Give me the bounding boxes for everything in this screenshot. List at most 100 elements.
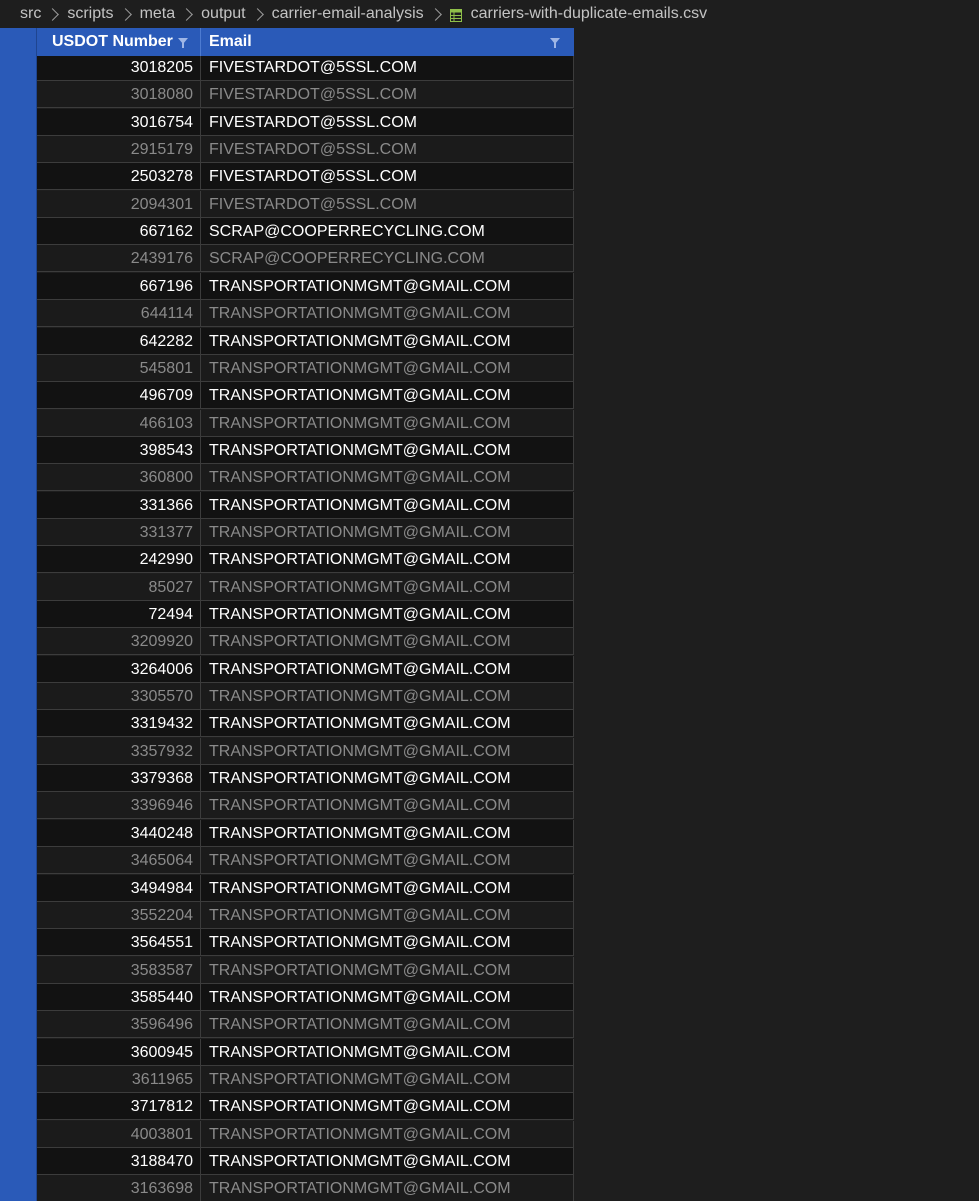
table-row[interactable]: 2915179 FIVESTARDOT@5SSL.COM [0,136,574,164]
row-index-cell[interactable] [0,874,37,902]
row-index-cell[interactable] [0,300,37,328]
breadcrumb-item[interactable]: output [201,5,245,23]
table-row[interactable]: 331377 TRANSPORTATIONMGMT@GMAIL.COM [0,518,574,546]
email-cell[interactable]: TRANSPORTATIONMGMT@GMAIL.COM [201,382,574,410]
row-index-cell[interactable] [0,464,37,492]
email-cell[interactable]: SCRAP@COOPERRECYCLING.COM [201,218,574,246]
table-row[interactable]: 667196 TRANSPORTATIONMGMT@GMAIL.COM [0,272,574,300]
table-row[interactable]: 72494 TRANSPORTATIONMGMT@GMAIL.COM [0,601,574,628]
row-index-cell[interactable] [0,491,37,519]
usdot-cell[interactable]: 496709 [37,382,201,410]
table-row[interactable]: 242990 TRANSPORTATIONMGMT@GMAIL.COM [0,546,574,574]
row-index-cell[interactable] [0,136,37,164]
email-cell[interactable]: TRANSPORTATIONMGMT@GMAIL.COM [201,819,574,847]
usdot-cell[interactable]: 3611965 [37,1065,201,1093]
table-row[interactable]: 466103 TRANSPORTATIONMGMT@GMAIL.COM [0,409,574,437]
row-index-cell[interactable] [0,190,37,218]
row-index-cell[interactable] [0,628,37,656]
row-index-cell[interactable] [0,983,37,1011]
email-cell[interactable]: TRANSPORTATIONMGMT@GMAIL.COM [201,1093,574,1121]
breadcrumb-item[interactable]: src [20,5,41,23]
email-cell[interactable]: TRANSPORTATIONMGMT@GMAIL.COM [201,1011,574,1039]
row-index-cell[interactable] [0,1093,37,1121]
row-index-cell[interactable] [0,765,37,793]
usdot-cell[interactable]: 3717812 [37,1093,201,1121]
email-cell[interactable]: TRANSPORTATIONMGMT@GMAIL.COM [201,464,574,492]
header-index-cell[interactable] [0,28,37,56]
email-cell[interactable]: TRANSPORTATIONMGMT@GMAIL.COM [201,765,574,793]
table-row[interactable]: 3440248 TRANSPORTATIONMGMT@GMAIL.COM [0,819,574,847]
row-index-cell[interactable] [0,56,37,81]
usdot-cell[interactable]: 4003801 [37,1120,201,1148]
row-index-cell[interactable] [0,163,37,191]
row-index-cell[interactable] [0,573,37,601]
row-index-cell[interactable] [0,601,37,628]
row-index-cell[interactable] [0,1038,37,1066]
row-index-cell[interactable] [0,847,37,875]
table-row[interactable]: 3596496 TRANSPORTATIONMGMT@GMAIL.COM [0,1011,574,1039]
row-index-cell[interactable] [0,1175,37,1201]
email-cell[interactable]: TRANSPORTATIONMGMT@GMAIL.COM [201,1065,574,1093]
filter-icon[interactable] [178,38,188,48]
usdot-cell[interactable]: 3596496 [37,1011,201,1039]
table-row[interactable]: 3379368 TRANSPORTATIONMGMT@GMAIL.COM [0,765,574,793]
filter-icon[interactable] [550,38,560,48]
usdot-cell[interactable]: 2094301 [37,190,201,218]
usdot-cell[interactable]: 642282 [37,327,201,355]
email-cell[interactable]: TRANSPORTATIONMGMT@GMAIL.COM [201,792,574,820]
table-row[interactable]: 3564551 TRANSPORTATIONMGMT@GMAIL.COM [0,929,574,957]
usdot-cell[interactable]: 3585440 [37,983,201,1011]
email-cell[interactable]: TRANSPORTATIONMGMT@GMAIL.COM [201,1038,574,1066]
usdot-cell[interactable]: 331366 [37,491,201,519]
usdot-cell[interactable]: 3396946 [37,792,201,820]
table-row[interactable]: 3717812 TRANSPORTATIONMGMT@GMAIL.COM [0,1093,574,1121]
table-row[interactable]: 3611965 TRANSPORTATIONMGMT@GMAIL.COM [0,1065,574,1093]
table-row[interactable]: 3552204 TRANSPORTATIONMGMT@GMAIL.COM [0,901,574,929]
usdot-cell[interactable]: 3357932 [37,737,201,765]
email-cell[interactable]: FIVESTARDOT@5SSL.COM [201,108,574,136]
table-row[interactable]: 3319432 TRANSPORTATIONMGMT@GMAIL.COM [0,710,574,738]
email-cell[interactable]: TRANSPORTATIONMGMT@GMAIL.COM [201,327,574,355]
row-index-cell[interactable] [0,929,37,957]
email-cell[interactable]: FIVESTARDOT@5SSL.COM [201,136,574,164]
email-cell[interactable]: FIVESTARDOT@5SSL.COM [201,163,574,191]
table-row[interactable]: 3585440 TRANSPORTATIONMGMT@GMAIL.COM [0,983,574,1011]
usdot-cell[interactable]: 242990 [37,546,201,574]
row-index-cell[interactable] [0,409,37,437]
table-row[interactable]: 3018080 FIVESTARDOT@5SSL.COM [0,81,574,109]
usdot-cell[interactable]: 3209920 [37,628,201,656]
email-cell[interactable]: TRANSPORTATIONMGMT@GMAIL.COM [201,983,574,1011]
row-index-cell[interactable] [0,218,37,246]
usdot-cell[interactable]: 3564551 [37,929,201,957]
usdot-cell[interactable]: 3305570 [37,683,201,711]
row-index-cell[interactable] [0,1148,37,1175]
usdot-cell[interactable]: 3552204 [37,901,201,929]
usdot-cell[interactable]: 2915179 [37,136,201,164]
table-row[interactable]: 4003801 TRANSPORTATIONMGMT@GMAIL.COM [0,1120,574,1148]
email-cell[interactable]: TRANSPORTATIONMGMT@GMAIL.COM [201,929,574,957]
email-cell[interactable]: TRANSPORTATIONMGMT@GMAIL.COM [201,847,574,875]
row-index-cell[interactable] [0,1120,37,1148]
row-index-cell[interactable] [0,710,37,738]
row-index-cell[interactable] [0,518,37,546]
row-index-cell[interactable] [0,81,37,109]
table-row[interactable]: 360800 TRANSPORTATIONMGMT@GMAIL.COM [0,464,574,492]
email-cell[interactable]: FIVESTARDOT@5SSL.COM [201,81,574,109]
email-cell[interactable]: TRANSPORTATIONMGMT@GMAIL.COM [201,354,574,382]
table-row[interactable]: 3163698 TRANSPORTATIONMGMT@GMAIL.COM [0,1175,574,1201]
table-row[interactable]: 3305570 TRANSPORTATIONMGMT@GMAIL.COM [0,683,574,711]
column-header-email[interactable]: Email [201,28,574,56]
usdot-cell[interactable]: 3264006 [37,655,201,683]
table-row[interactable]: 3016754 FIVESTARDOT@5SSL.COM [0,108,574,136]
email-cell[interactable]: TRANSPORTATIONMGMT@GMAIL.COM [201,737,574,765]
email-cell[interactable]: SCRAP@COOPERRECYCLING.COM [201,245,574,273]
breadcrumb-item[interactable]: scripts [67,5,113,23]
usdot-cell[interactable]: 3163698 [37,1175,201,1201]
email-cell[interactable]: TRANSPORTATIONMGMT@GMAIL.COM [201,491,574,519]
usdot-cell[interactable]: 3379368 [37,765,201,793]
table-row[interactable]: 3583587 TRANSPORTATIONMGMT@GMAIL.COM [0,956,574,984]
usdot-cell[interactable]: 72494 [37,601,201,628]
usdot-cell[interactable]: 466103 [37,409,201,437]
breadcrumb-item[interactable]: carrier-email-analysis [272,5,424,23]
row-index-cell[interactable] [0,901,37,929]
